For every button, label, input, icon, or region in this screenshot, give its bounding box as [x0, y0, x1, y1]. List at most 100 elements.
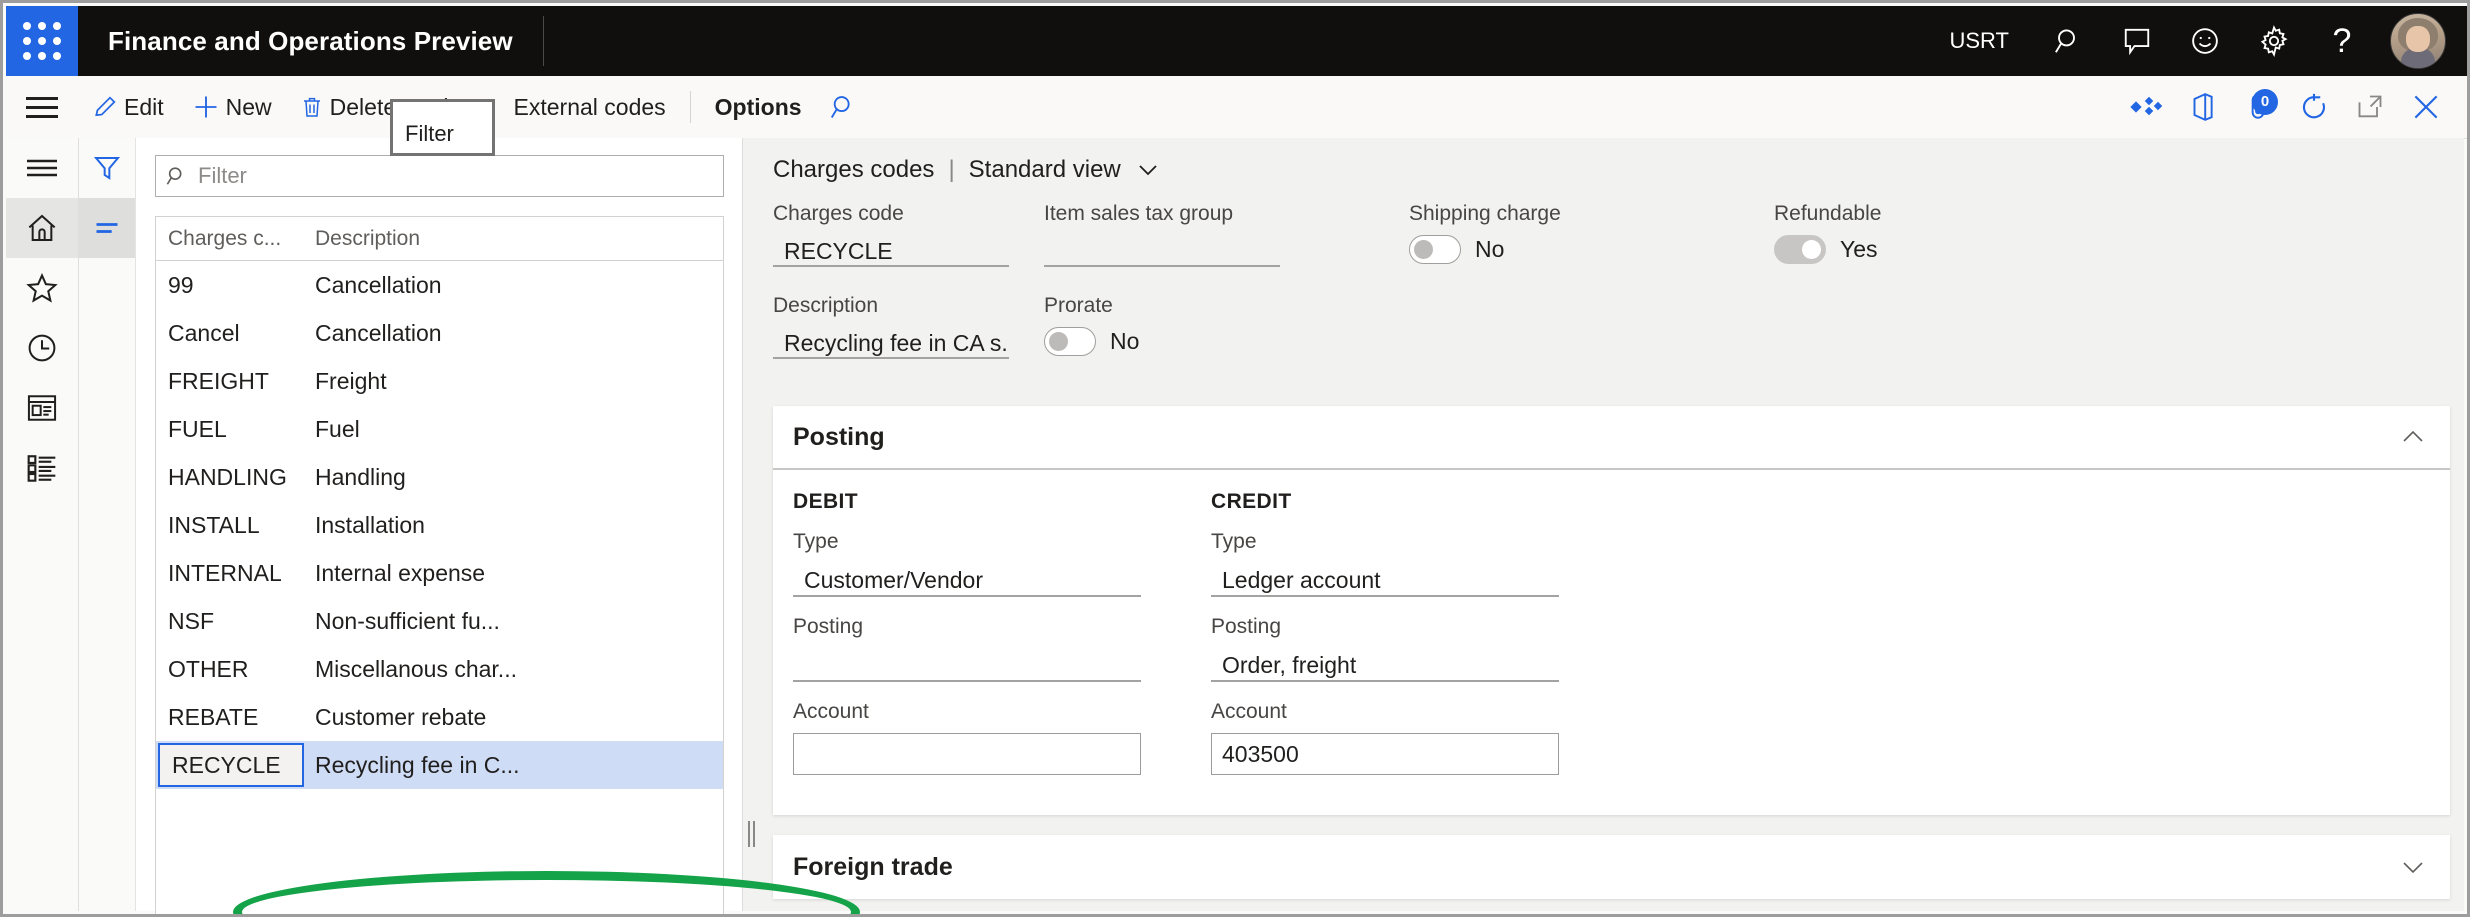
- cell-charges-code[interactable]: RECYCLE: [158, 743, 304, 787]
- help-question-icon[interactable]: ?: [2308, 6, 2376, 76]
- pane-splitter[interactable]: [743, 138, 759, 911]
- charges-code-value[interactable]: RECYCLE: [773, 235, 1009, 267]
- credit-posting-value[interactable]: Order, freight: [1211, 648, 1559, 682]
- sidebar-item-workspaces[interactable]: [6, 378, 78, 438]
- cell-charges-code[interactable]: NSF: [156, 608, 304, 635]
- prorate-value: No: [1110, 328, 1139, 355]
- field-item-sales-tax-group: Item sales tax group: [1044, 202, 1280, 267]
- refresh-icon[interactable]: [2286, 77, 2342, 138]
- cell-charges-code[interactable]: INSTALL: [156, 512, 304, 539]
- foreign-trade-section-header[interactable]: Foreign trade: [773, 835, 2450, 899]
- column-header-charges-code[interactable]: Charges c...: [156, 227, 304, 251]
- shipping-charge-switch-icon[interactable]: [1409, 235, 1461, 264]
- grid-header-row: Charges c... Description: [156, 217, 723, 261]
- action-pane-right-icons: 0: [2118, 77, 2470, 138]
- refundable-value: Yes: [1840, 236, 1878, 263]
- nav-hamburger-button[interactable]: [6, 138, 78, 198]
- table-row[interactable]: INSTALLInstallation: [156, 501, 723, 549]
- filter-box[interactable]: [155, 155, 724, 197]
- posting-section-header[interactable]: Posting: [773, 406, 2450, 470]
- table-row[interactable]: 99Cancellation: [156, 261, 723, 309]
- cell-charges-code[interactable]: OTHER: [156, 656, 304, 683]
- debit-posting-value[interactable]: [793, 648, 1141, 682]
- sidebar-item-modules[interactable]: [6, 438, 78, 498]
- company-label[interactable]: USRT: [1940, 28, 2036, 54]
- prorate-switch-icon[interactable]: [1044, 327, 1096, 356]
- chevron-down-icon[interactable]: [1137, 161, 1159, 179]
- delete-label: Delete: [330, 94, 396, 121]
- cell-charges-code[interactable]: HANDLING: [156, 464, 304, 491]
- table-row[interactable]: NSFNon-sufficient fu...: [156, 597, 723, 645]
- table-row[interactable]: CancelCancellation: [156, 309, 723, 357]
- cell-description[interactable]: Miscellanous char...: [304, 656, 723, 683]
- cell-charges-code[interactable]: INTERNAL: [156, 560, 304, 587]
- new-label: New: [226, 94, 272, 121]
- table-row[interactable]: REBATECustomer rebate: [156, 693, 723, 741]
- office-app-icon[interactable]: [2174, 77, 2230, 138]
- debit-type-value[interactable]: Customer/Vendor: [793, 563, 1141, 597]
- table-row[interactable]: HANDLINGHandling: [156, 453, 723, 501]
- cell-charges-code[interactable]: Cancel: [156, 320, 304, 347]
- debit-posting-label: Posting: [793, 615, 1211, 639]
- debit-type-field: Type Customer/Vendor: [793, 530, 1211, 597]
- cell-description[interactable]: Customer rebate: [304, 704, 723, 731]
- cell-description[interactable]: Fuel: [304, 416, 723, 443]
- edit-label: Edit: [124, 94, 164, 121]
- top-navigation-bar: Finance and Operations Preview USRT: [6, 6, 2470, 76]
- chevron-down-icon-foreign-trade[interactable]: [2400, 858, 2426, 876]
- cell-description[interactable]: Handling: [304, 464, 723, 491]
- navigation-menu-button[interactable]: [6, 77, 78, 138]
- credit-type-value[interactable]: Ledger account: [1211, 563, 1559, 597]
- view-selector-label[interactable]: Standard view: [969, 156, 1121, 184]
- filter-input[interactable]: [196, 162, 713, 190]
- refundable-label: Refundable: [1774, 202, 1881, 226]
- settings-gear-icon[interactable]: [2240, 6, 2308, 76]
- cell-charges-code[interactable]: 99: [156, 272, 304, 299]
- cell-charges-code[interactable]: FREIGHT: [156, 368, 304, 395]
- cell-description[interactable]: Installation: [304, 512, 723, 539]
- cell-charges-code[interactable]: REBATE: [156, 704, 304, 731]
- cell-description[interactable]: Freight: [304, 368, 723, 395]
- prorate-toggle[interactable]: No: [1044, 327, 1139, 356]
- smiley-icon[interactable]: [2171, 6, 2239, 76]
- sidebar-item-home[interactable]: [6, 198, 78, 258]
- chevron-up-icon[interactable]: [2400, 428, 2426, 446]
- cell-description[interactable]: Non-sufficient fu...: [304, 608, 723, 635]
- cell-description[interactable]: Cancellation: [304, 272, 723, 299]
- credit-account-value[interactable]: 403500: [1211, 733, 1559, 775]
- table-row[interactable]: FUELFuel: [156, 405, 723, 453]
- cell-charges-code[interactable]: FUEL: [156, 416, 304, 443]
- sidebar-item-favorites[interactable]: [6, 258, 78, 318]
- close-button[interactable]: [2398, 77, 2454, 138]
- cell-description[interactable]: Cancellation: [304, 320, 723, 347]
- options-button[interactable]: Options: [701, 77, 816, 138]
- sidebar-item-recent[interactable]: [6, 318, 78, 378]
- shipping-charge-toggle[interactable]: No: [1409, 235, 1561, 264]
- toolbar-search-icon[interactable]: [816, 77, 872, 138]
- search-icon[interactable]: [2035, 6, 2103, 76]
- personalize-diamond-icon[interactable]: [2118, 77, 2174, 138]
- column-header-description[interactable]: Description: [304, 227, 723, 251]
- plus-icon: [192, 93, 220, 121]
- table-row[interactable]: RECYCLERecycling fee in C...: [156, 741, 723, 789]
- table-row[interactable]: INTERNALInternal expense: [156, 549, 723, 597]
- refundable-toggle[interactable]: Yes: [1774, 235, 1881, 264]
- cell-description[interactable]: Internal expense: [304, 560, 723, 587]
- filter-pane-icon[interactable]: [79, 138, 135, 198]
- table-row[interactable]: FREIGHTFreight: [156, 357, 723, 405]
- cell-description[interactable]: Recycling fee in C...: [304, 752, 723, 779]
- list-view-icon[interactable]: [79, 198, 135, 258]
- external-codes-button[interactable]: External codes: [500, 77, 680, 138]
- refundable-switch-icon[interactable]: [1774, 235, 1826, 264]
- attachments-icon[interactable]: 0: [2230, 77, 2286, 138]
- debit-account-value[interactable]: [793, 733, 1141, 775]
- user-avatar[interactable]: [2390, 13, 2446, 69]
- table-row[interactable]: OTHERMiscellanous char...: [156, 645, 723, 693]
- description-value[interactable]: Recycling fee in CA s...: [773, 327, 1009, 359]
- open-in-new-window-icon[interactable]: [2342, 77, 2398, 138]
- feedback-icon[interactable]: [2103, 6, 2171, 76]
- edit-button[interactable]: Edit: [78, 77, 178, 138]
- item-sales-tax-group-value[interactable]: [1044, 235, 1280, 267]
- new-button[interactable]: New: [178, 77, 286, 138]
- app-launcher-button[interactable]: [6, 6, 78, 76]
